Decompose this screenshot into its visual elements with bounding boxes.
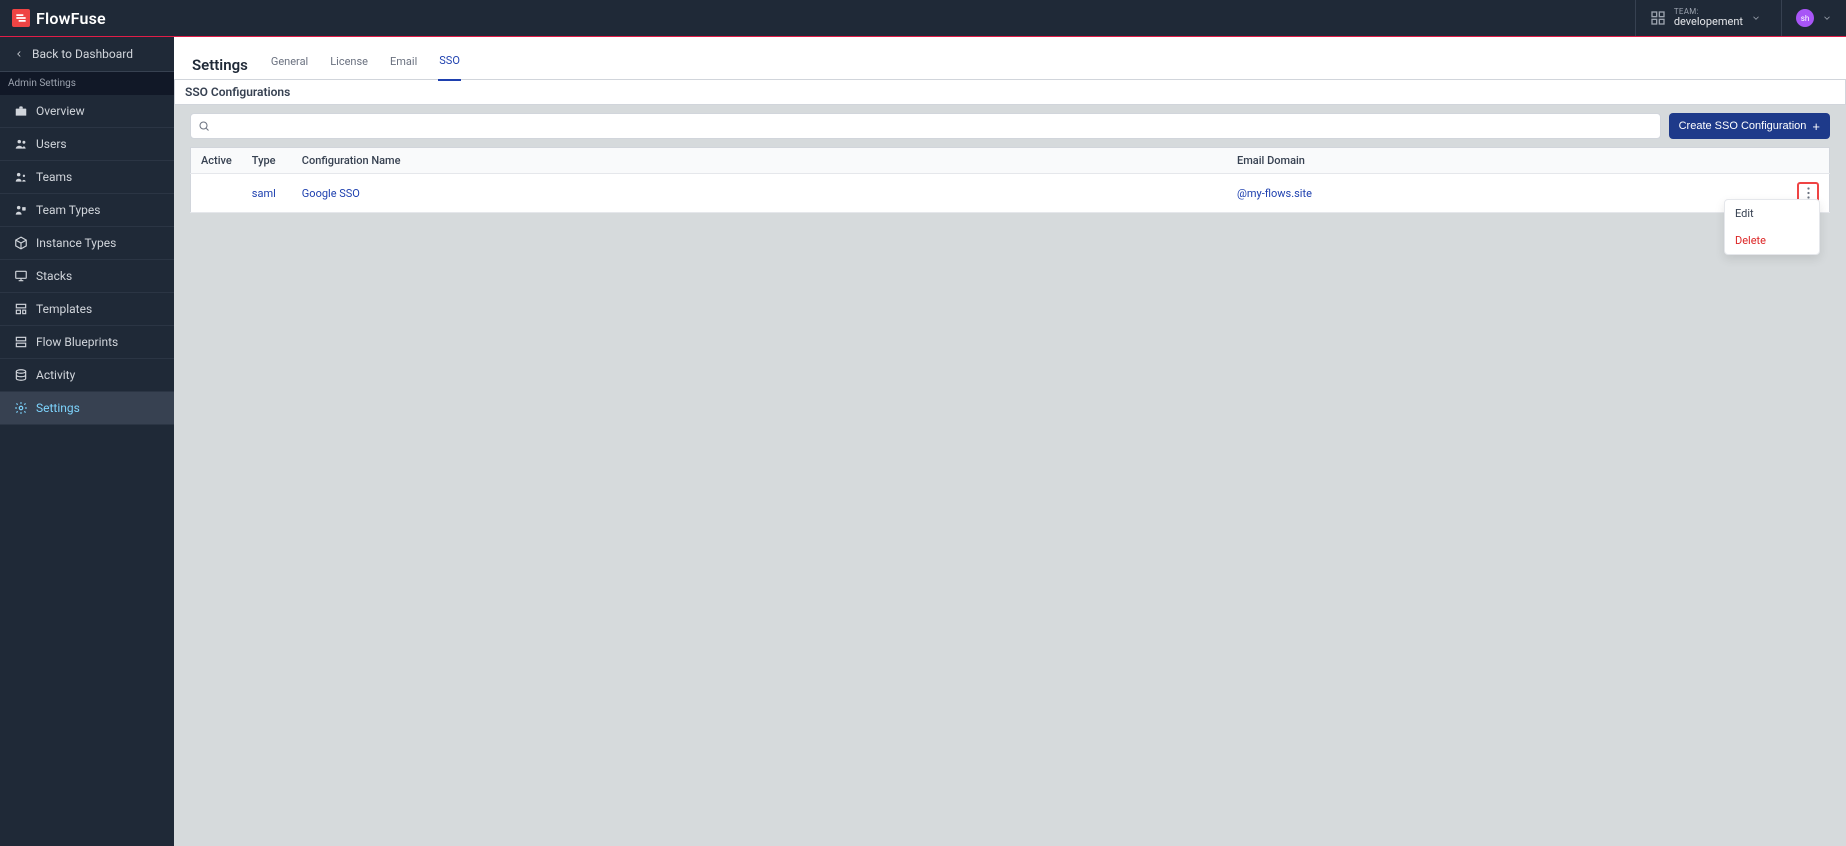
create-button-label: Create SSO Configuration: [1679, 120, 1807, 132]
team-name: developement: [1674, 16, 1743, 28]
sidebar-item-label: Instance Types: [36, 236, 116, 250]
sidebar-item-settings[interactable]: Settings: [0, 392, 174, 425]
sidebar-item-stacks[interactable]: Stacks: [0, 260, 174, 293]
back-to-dashboard[interactable]: Back to Dashboard: [0, 37, 174, 72]
team-types-icon: [14, 203, 28, 217]
gear-icon: [14, 401, 28, 415]
chevron-down-icon: [1822, 13, 1832, 23]
col-domain: Email Domain: [1227, 148, 1787, 174]
avatar: sh: [1796, 9, 1814, 27]
tab-license[interactable]: License: [329, 55, 369, 80]
brand-text: FlowFuse: [36, 9, 106, 28]
brand-icon: [12, 9, 30, 27]
row-actions-dropdown: Edit Delete: [1724, 199, 1820, 255]
col-active: Active: [191, 148, 242, 174]
sidebar-item-flow-blueprints[interactable]: Flow Blueprints: [0, 326, 174, 359]
sidebar-item-label: Activity: [36, 368, 75, 382]
sidebar-section-header: Admin Settings: [0, 72, 174, 95]
monitor-icon: [14, 269, 28, 283]
col-name: Configuration Name: [292, 148, 1227, 174]
team-selector[interactable]: TEAM: developement: [1635, 0, 1781, 36]
search-icon: [198, 120, 210, 132]
dropdown-delete[interactable]: Delete: [1725, 227, 1819, 254]
tab-sso[interactable]: SSO: [438, 54, 461, 81]
tab-general[interactable]: General: [270, 55, 309, 80]
plus-icon: +: [1812, 119, 1820, 134]
sso-table: Active Type Configuration Name Email Dom…: [190, 147, 1830, 213]
create-sso-button[interactable]: Create SSO Configuration +: [1669, 113, 1830, 139]
sidebar: Back to Dashboard Admin Settings Overvie…: [0, 37, 174, 846]
grid-icon: [1650, 10, 1666, 26]
blueprint-icon: [14, 335, 28, 349]
cell-domain: @my-flows.site: [1227, 174, 1787, 213]
sidebar-item-label: Settings: [36, 401, 80, 415]
section-title: SSO Configurations: [174, 80, 1846, 105]
sidebar-item-label: Teams: [36, 170, 72, 184]
template-icon: [14, 302, 28, 316]
user-selector[interactable]: sh: [1781, 0, 1846, 36]
page-header: Settings General License Email SSO: [174, 37, 1846, 80]
cell-active: [191, 174, 242, 213]
sidebar-item-templates[interactable]: Templates: [0, 293, 174, 326]
sidebar-item-label: Templates: [36, 302, 92, 316]
tab-email[interactable]: Email: [389, 55, 418, 80]
main-content: Settings General License Email SSO SSO C…: [174, 37, 1846, 846]
search-wrap: [190, 113, 1661, 139]
col-type: Type: [242, 148, 292, 174]
sidebar-item-users[interactable]: Users: [0, 128, 174, 161]
kebab-icon: [1807, 187, 1810, 199]
sidebar-item-label: Team Types: [36, 203, 100, 217]
sidebar-item-activity[interactable]: Activity: [0, 359, 174, 392]
sidebar-item-label: Users: [36, 137, 67, 151]
sidebar-item-overview[interactable]: Overview: [0, 95, 174, 128]
dropdown-edit[interactable]: Edit: [1725, 200, 1819, 227]
cube-icon: [14, 236, 28, 250]
users-icon: [14, 137, 28, 151]
table-row[interactable]: saml Google SSO @my-flows.site: [191, 174, 1830, 213]
cell-type: saml: [242, 174, 292, 213]
chevron-left-icon: [14, 49, 24, 59]
sidebar-item-teams[interactable]: Teams: [0, 161, 174, 194]
page-title: Settings: [192, 56, 248, 74]
app-header: FlowFuse TEAM: developement sh: [0, 0, 1846, 37]
sidebar-item-label: Flow Blueprints: [36, 335, 118, 349]
sidebar-item-team-types[interactable]: Team Types: [0, 194, 174, 227]
chevron-down-icon: [1751, 13, 1761, 23]
sidebar-item-label: Stacks: [36, 269, 72, 283]
briefcase-icon: [14, 104, 28, 118]
database-icon: [14, 368, 28, 382]
brand[interactable]: FlowFuse: [0, 9, 118, 28]
team-icon: [14, 170, 28, 184]
sidebar-item-instance-types[interactable]: Instance Types: [0, 227, 174, 260]
sidebar-item-label: Overview: [36, 104, 85, 118]
cell-name: Google SSO: [292, 174, 1227, 213]
search-input[interactable]: [190, 113, 1661, 139]
tabs: General License Email SSO: [270, 51, 461, 79]
back-label: Back to Dashboard: [32, 47, 133, 61]
